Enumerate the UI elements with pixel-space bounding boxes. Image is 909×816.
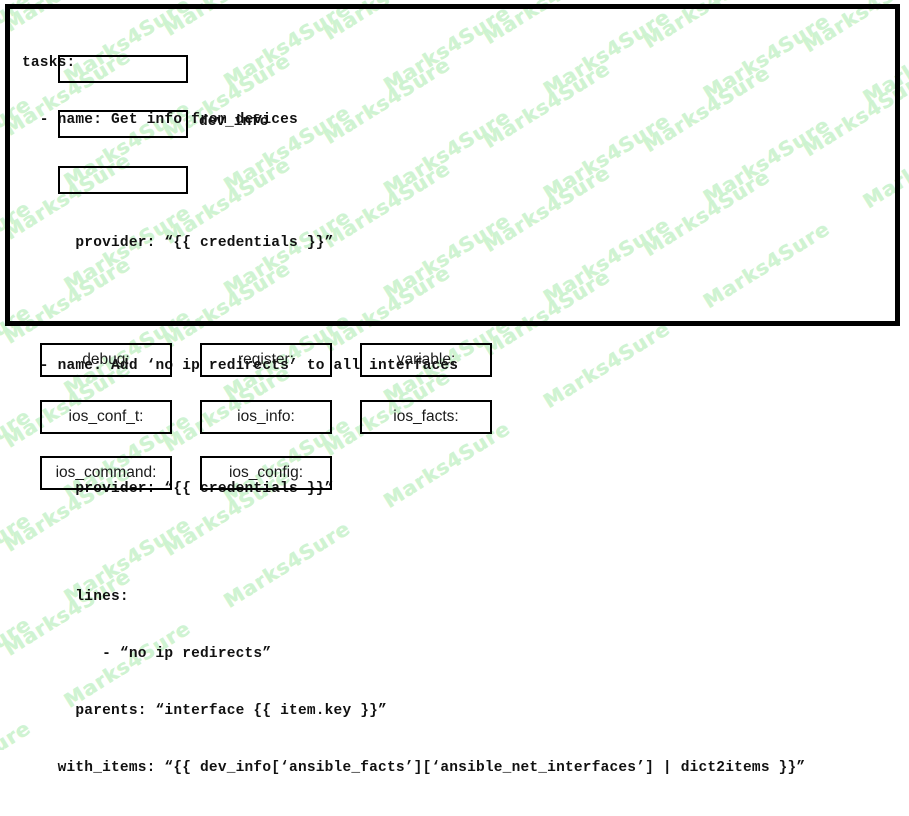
code-token-dev-info: dev_info [199, 114, 269, 130]
code-line-parents: parents: “interface {{ item.key }}” [22, 703, 387, 719]
code-line-lines-item: - “no ip redirects” [22, 646, 272, 662]
answer-tile-ios-conf-t[interactable]: ios_conf_t: [40, 400, 172, 434]
answer-tile-debug[interactable]: debug: [40, 343, 172, 377]
answer-tile-register[interactable]: register: [200, 343, 332, 377]
code-line-with-items: with_items: “{{ dev_info[‘ansible_facts’… [22, 760, 806, 776]
drop-target-2[interactable] [58, 110, 188, 138]
code-line-lines: lines: [22, 589, 129, 605]
answer-tile-ios-command[interactable]: ios_command: [40, 456, 172, 490]
drop-target-1[interactable] [58, 55, 188, 83]
answer-tile-ios-config[interactable]: ios_config: [200, 456, 332, 490]
answer-tile-ios-facts[interactable]: ios_facts: [360, 400, 492, 434]
answer-tile-variable[interactable]: variable: [360, 343, 492, 377]
answer-tile-ios-info[interactable]: ios_info: [200, 400, 332, 434]
watermark-text: Marks4Sure [59, 615, 195, 713]
drop-target-3[interactable] [58, 166, 188, 194]
